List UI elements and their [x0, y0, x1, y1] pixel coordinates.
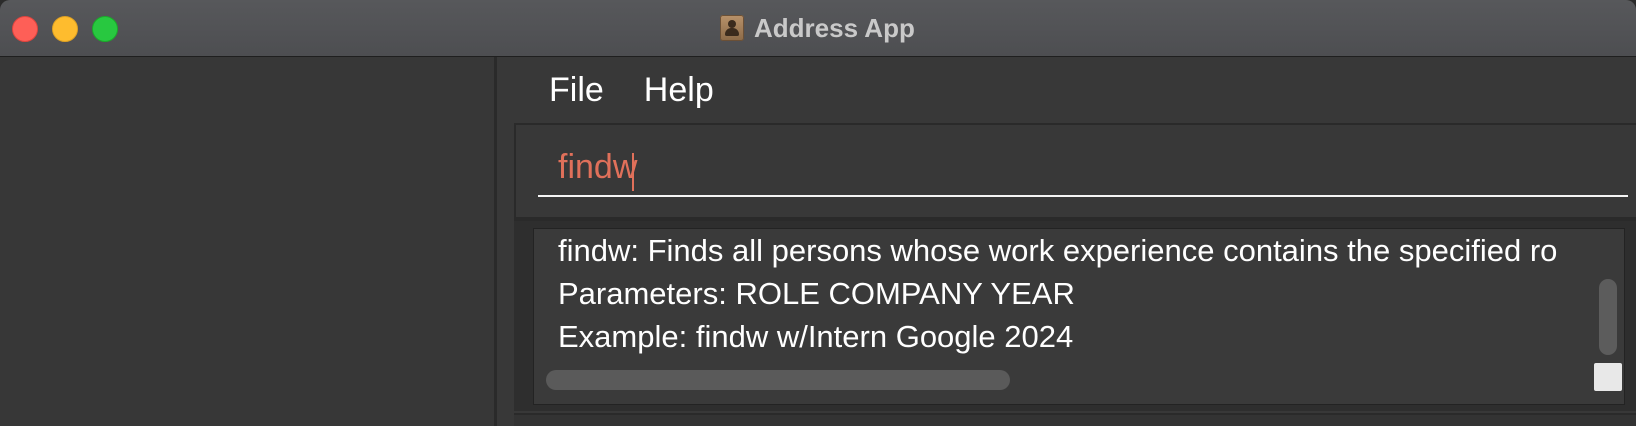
result-line: Example: findw w/Intern Google 2024 [558, 319, 1074, 354]
scroll-corner [1594, 363, 1622, 391]
title-bar[interactable]: Address App [0, 0, 1636, 57]
result-display-container: findw: Finds all persons whose work expe… [514, 219, 1636, 411]
menu-bar: File Help [497, 57, 754, 123]
menu-help[interactable]: Help [644, 71, 714, 110]
list-panel-top-edge [514, 413, 1636, 426]
main-panel: File Help findw: Finds all persons whose… [497, 57, 1636, 426]
window-title-group: Address App [720, 12, 915, 44]
vertical-scrollbar[interactable] [1599, 279, 1617, 355]
result-display[interactable]: findw: Finds all persons whose work expe… [533, 228, 1625, 405]
address-book-icon [720, 15, 744, 41]
text-caret [632, 153, 634, 191]
command-input[interactable] [538, 139, 1628, 197]
horizontal-scrollbar[interactable] [546, 370, 1010, 390]
command-box [514, 123, 1636, 219]
menu-file[interactable]: File [549, 71, 604, 110]
person-list-panel [0, 57, 497, 426]
result-line: Parameters: ROLE COMPANY YEAR [558, 276, 1075, 311]
maximize-window-button[interactable] [92, 16, 118, 42]
close-window-button[interactable] [12, 16, 38, 42]
minimize-window-button[interactable] [52, 16, 78, 42]
window-title: Address App [754, 12, 915, 43]
app-window: Address App File Help findw: Finds all p… [0, 0, 1636, 426]
result-text: findw: Finds all persons whose work expe… [558, 229, 1598, 364]
result-line: findw: Finds all persons whose work expe… [558, 233, 1558, 268]
